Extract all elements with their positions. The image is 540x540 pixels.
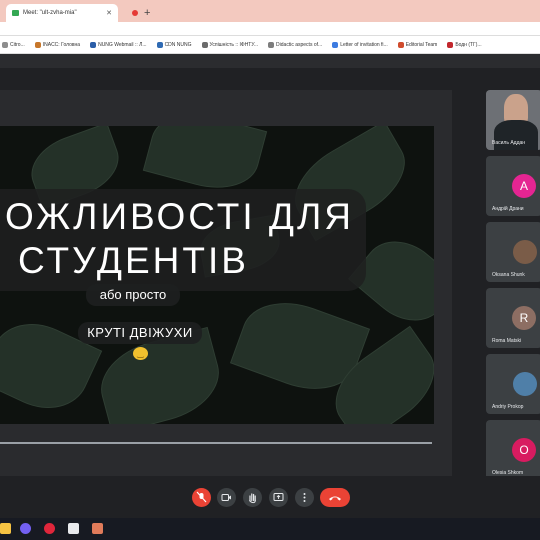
participant-name: Oksana Shunk (492, 272, 525, 278)
smile-emoji-icon: ‿ (133, 347, 148, 360)
bookmark-item[interactable]: Citro... (2, 41, 25, 48)
bookmark-item[interactable]: Бодн (ТГ)... (447, 41, 482, 48)
bookmark-item[interactable]: Didactic aspects of... (268, 41, 322, 48)
close-tab-icon[interactable]: ✕ (106, 9, 112, 17)
avatar: A (512, 174, 536, 198)
bookmark-item[interactable]: CDN NUNG (156, 41, 192, 48)
slide-title-line1: ОЖЛИВОСТІ ДЛЯ (5, 196, 354, 237)
mic-off-icon[interactable] (192, 488, 211, 507)
bookmark-item[interactable]: INACC: Головна (34, 41, 80, 48)
meet-icon (12, 10, 19, 16)
bookmark-icon (201, 41, 208, 48)
meet-top-bar (0, 54, 540, 68)
slide-title-line2: СТУДЕНТІВ (18, 240, 249, 281)
file-icon[interactable] (68, 523, 79, 534)
participant-name: Andriy Prokop (492, 404, 524, 410)
bookmark-icon (397, 41, 404, 48)
bookmark-icon (332, 41, 339, 48)
slide-progress-bar (0, 442, 432, 444)
opera-icon[interactable] (44, 523, 55, 534)
bookmark-item[interactable]: NUNG Webmail :: Л... (90, 41, 147, 48)
slide-subtitle: або просто (86, 284, 180, 306)
camera-icon[interactable] (217, 488, 236, 507)
bookmark-item[interactable]: Letter of invitation fi... (332, 41, 388, 48)
tab-title: Meet: "ult-zvha-mia" (23, 10, 77, 16)
participant-tile[interactable]: Василь Аддан (486, 90, 540, 150)
bookmark-item[interactable]: Editorial Team (397, 41, 437, 48)
bookmark-item[interactable]: Успішність :: ІФНТУ... (201, 41, 258, 48)
end-call-icon[interactable] (320, 488, 350, 507)
taskbar-app-icon[interactable] (0, 523, 11, 534)
tab-meet[interactable]: Meet: "ult-zvha-mia" ✕ (6, 4, 118, 22)
participant-name: Василь Аддан (492, 140, 526, 146)
taskbar-app-icon[interactable] (92, 523, 103, 534)
os-taskbar (0, 518, 540, 540)
browser-tab-bar: Meet: "ult-zvha-mia" ✕ + (0, 0, 540, 22)
recording-icon (132, 10, 138, 16)
bookmark-icon (447, 41, 454, 48)
avatar: R (512, 306, 536, 330)
present-icon[interactable] (269, 488, 288, 507)
slide-subtitle-highlight: КРУТІ ДВІЖУХИ (78, 322, 202, 344)
bookmarks-bar: Citro... INACC: Головна NUNG Webmail :: … (0, 36, 540, 54)
raise-hand-icon[interactable] (243, 488, 262, 507)
bookmark-icon (156, 41, 163, 48)
address-bar[interactable] (0, 22, 540, 36)
participant-name: Андрій Драни (492, 206, 524, 212)
bookmark-icon (2, 41, 8, 48)
participant-tile[interactable]: R Roma Matski (486, 288, 540, 348)
participant-name: Roma Matski (492, 338, 522, 344)
avatar: O (512, 438, 536, 462)
participant-tile[interactable]: Oksana Shunk (486, 222, 540, 282)
new-tab-button[interactable]: + (144, 4, 150, 22)
bookmark-icon (90, 41, 97, 48)
bookmark-icon (34, 41, 41, 48)
participant-tile[interactable]: A Андрій Драни (486, 156, 540, 216)
avatar (513, 372, 537, 396)
viber-icon[interactable] (20, 523, 31, 534)
more-options-icon[interactable] (295, 488, 314, 507)
participant-tile[interactable]: O Olesia Shkom (486, 420, 540, 480)
bookmark-icon (268, 41, 275, 48)
participant-tile[interactable]: Andriy Prokop (486, 354, 540, 414)
avatar (513, 240, 537, 264)
